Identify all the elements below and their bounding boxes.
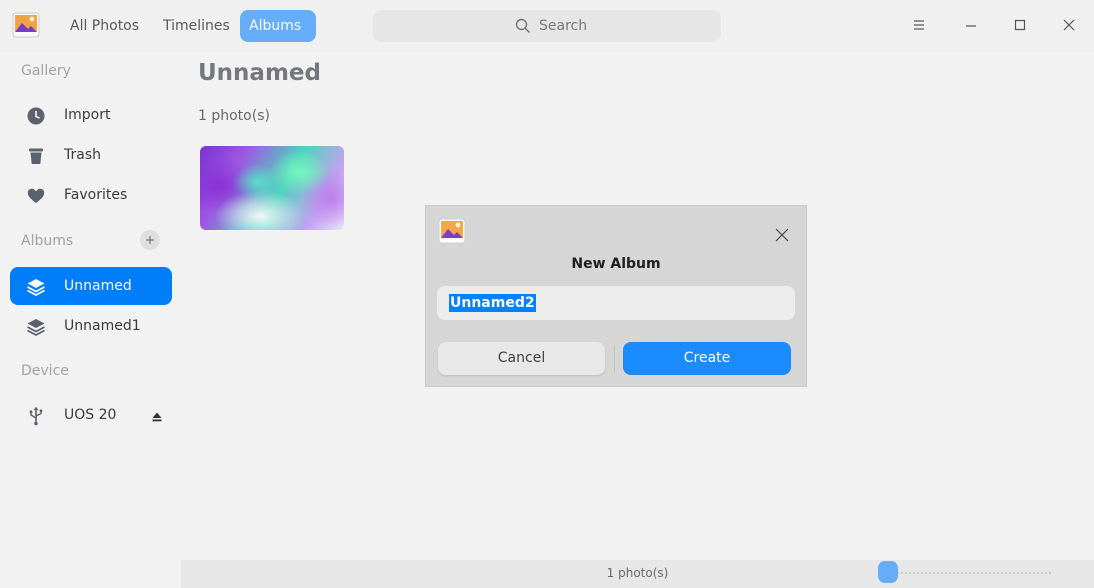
button-divider <box>614 346 615 372</box>
album-name-field[interactable]: Unnamed2 <box>437 286 795 320</box>
dialog-title: New Album <box>571 256 661 272</box>
album-name-value: Unnamed2 <box>449 294 536 312</box>
new-album-dialog: New Album Unnamed2 Cancel Create <box>425 205 807 387</box>
app-logo-icon <box>438 218 466 244</box>
dialog-close-icon[interactable] <box>769 222 795 248</box>
cancel-button[interactable]: Cancel <box>438 342 605 375</box>
create-button[interactable]: Create <box>623 342 791 375</box>
photos-window: All Photos Timelines Albums Search Galle… <box>0 0 1094 588</box>
